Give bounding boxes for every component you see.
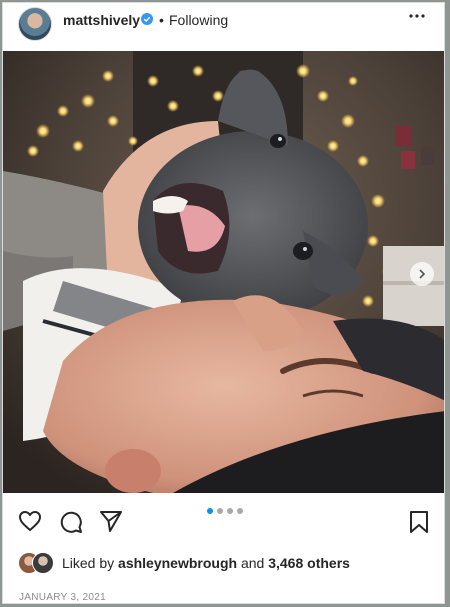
likes-others-link[interactable]: 3,468 others bbox=[268, 555, 350, 571]
post-header: mattshively • Following bbox=[3, 3, 444, 51]
comment-icon[interactable] bbox=[59, 510, 83, 534]
photo-illustration bbox=[3, 51, 444, 493]
likes-conjunction: and bbox=[240, 555, 265, 571]
post-date[interactable]: JANUARY 3, 2021 bbox=[19, 592, 106, 603]
bookmark-icon[interactable] bbox=[409, 510, 429, 534]
carousel-dot bbox=[237, 508, 243, 514]
profile-avatar[interactable] bbox=[18, 7, 52, 41]
post-photo[interactable] bbox=[3, 51, 444, 493]
liker-username-link[interactable]: ashleynewbrough bbox=[118, 555, 237, 571]
instagram-post-card: mattshively • Following Liked by ashleyn… bbox=[2, 2, 445, 604]
likes-prefix: Liked by bbox=[62, 555, 115, 571]
header-separator: • bbox=[159, 12, 164, 28]
carousel-dot bbox=[227, 508, 233, 514]
username-link[interactable]: mattshively bbox=[63, 12, 140, 28]
liker-avatars bbox=[18, 551, 54, 575]
following-button[interactable]: Following bbox=[169, 12, 228, 28]
carousel-dot bbox=[217, 508, 223, 514]
liker-avatar[interactable] bbox=[32, 552, 54, 574]
carousel-dot-active bbox=[207, 508, 213, 514]
carousel-indicator bbox=[207, 508, 243, 514]
likes-text: Liked by ashleynewbrough and 3,468 other… bbox=[62, 555, 350, 571]
carousel-next-button[interactable] bbox=[410, 262, 434, 286]
chevron-right-icon bbox=[419, 269, 426, 279]
share-icon[interactable] bbox=[99, 509, 123, 533]
heart-icon[interactable] bbox=[18, 510, 42, 532]
more-options-icon[interactable] bbox=[408, 13, 426, 19]
verified-badge-icon bbox=[141, 13, 153, 25]
